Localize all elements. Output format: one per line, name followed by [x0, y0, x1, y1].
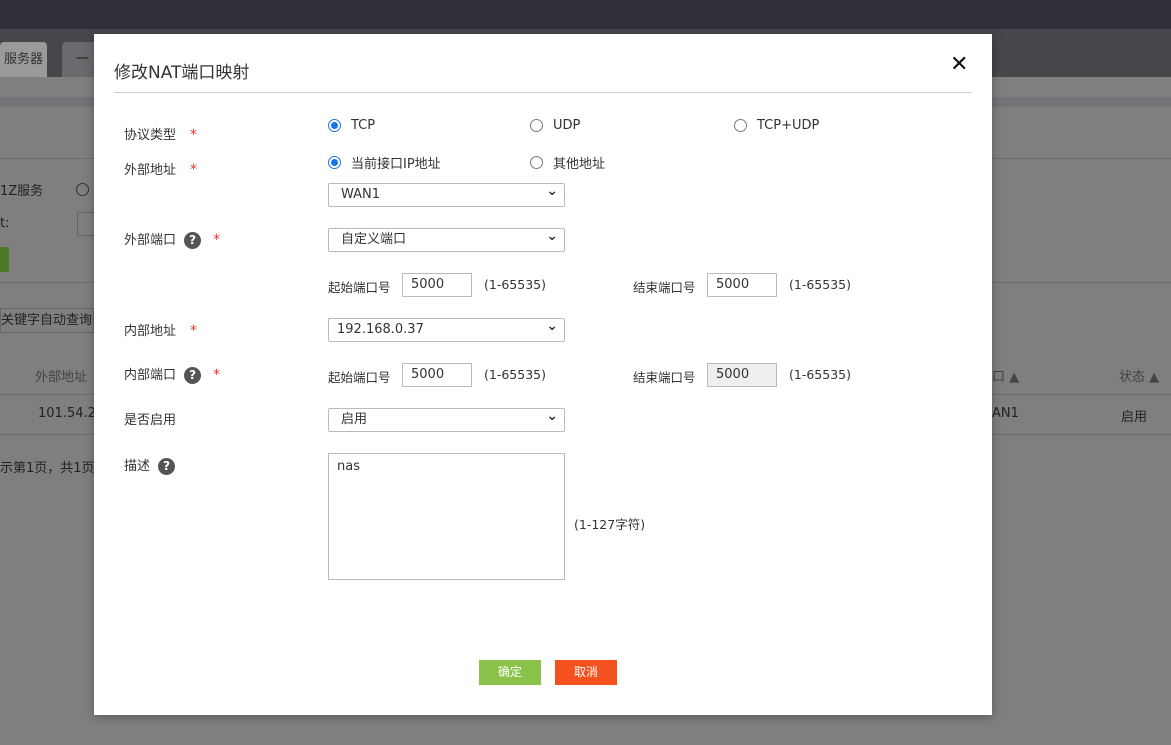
- select-value: WAN1: [341, 187, 381, 202]
- cancel-button[interactable]: 取消: [555, 660, 617, 685]
- end-port-label: 结束端口号: [633, 370, 696, 385]
- select-value: 启用: [341, 412, 368, 427]
- col-label: 状态: [1119, 370, 1146, 385]
- ok-button[interactable]: 确定: [479, 660, 541, 685]
- start-port-label: 起始端口号: [328, 280, 391, 295]
- col-header[interactable]: 状态 ▲: [1119, 366, 1159, 385]
- enabled-label: 是否启用: [124, 413, 177, 428]
- table-cell: 启用: [1121, 410, 1148, 425]
- required-mark: *: [190, 127, 198, 143]
- radio-circle: [328, 119, 341, 132]
- label-text: 内部端口: [124, 368, 177, 383]
- help-icon[interactable]: ?: [184, 232, 202, 249]
- radio-label: 当前接口IP地址: [351, 157, 441, 172]
- dmz-radio[interactable]: [76, 183, 89, 196]
- radio-tcp[interactable]: TCP: [328, 118, 375, 133]
- table-cell: 101.54.2: [38, 406, 96, 421]
- label-text: 描述: [124, 459, 151, 474]
- interface-select[interactable]: WAN1: [328, 180, 565, 207]
- dmz-label: 1Z服务: [0, 184, 44, 199]
- select-value: 自定义端口: [341, 232, 407, 247]
- radio-udp[interactable]: UDP: [530, 118, 580, 133]
- radio-circle: [734, 119, 747, 132]
- radio-circle: [530, 119, 543, 132]
- pagination: 示第1页，共1页: [0, 461, 95, 476]
- search-placeholder: 关键字自动查询: [1, 313, 93, 328]
- bg-green-button[interactable]: [0, 247, 9, 272]
- radio-tcp-udp[interactable]: TCP+UDP: [734, 118, 819, 133]
- external-start-port-input[interactable]: 5000: [402, 273, 472, 297]
- internal-port-label: 内部端口 ? *: [124, 364, 220, 384]
- tab-label: 服务器: [3, 52, 43, 67]
- top-bar: [0, 0, 1171, 29]
- tab-server[interactable]: 服务器: [0, 42, 47, 77]
- radio-current-ip[interactable]: 当前接口IP地址: [328, 153, 441, 172]
- label-text: 协议类型: [124, 128, 177, 143]
- internal-end-port-input: 5000: [707, 363, 777, 387]
- radio-circle: [530, 156, 543, 169]
- input-value: 5000: [411, 277, 445, 292]
- dialog-title: 修改NAT端口映射: [114, 63, 250, 83]
- col-label: 口: [992, 370, 1006, 385]
- external-address-label: 外部地址 *: [124, 159, 197, 178]
- radio-circle: [328, 156, 341, 169]
- radio-other-address[interactable]: 其他地址: [530, 153, 605, 172]
- protocol-label: 协议类型 *: [124, 124, 197, 143]
- col-header[interactable]: 口 ▲: [992, 366, 1019, 385]
- range-hint: (1-65535): [789, 367, 851, 382]
- description-hint: (1-127字符): [574, 517, 646, 532]
- end-port-label: 结束端口号: [633, 280, 696, 295]
- nat-edit-dialog: 修改NAT端口映射 ✕ 协议类型 * TCP UDP TCP+UDP 外部地址 * …: [94, 34, 992, 715]
- external-end-port-input[interactable]: 5000: [707, 273, 777, 297]
- input-value: 5000: [716, 277, 750, 292]
- label-text: 内部地址: [124, 324, 177, 339]
- search-input[interactable]: 关键字自动查询: [0, 308, 94, 333]
- title-divider: [114, 92, 972, 93]
- field-label: t:: [0, 216, 10, 231]
- close-icon[interactable]: ✕: [950, 52, 968, 77]
- radio-label: TCP+UDP: [757, 118, 820, 133]
- start-port-label: 起始端口号: [328, 370, 391, 385]
- internal-address-label: 内部地址 *: [124, 320, 197, 339]
- external-port-label: 外部端口 ? *: [124, 229, 220, 249]
- help-icon[interactable]: ?: [158, 458, 176, 475]
- label-text: 外部端口: [124, 233, 177, 248]
- input-value: 192.168.0.37: [337, 322, 424, 337]
- tab-label: 一: [76, 52, 90, 67]
- internal-address-input[interactable]: 192.168.0.37: [328, 315, 565, 342]
- help-icon[interactable]: ?: [184, 367, 202, 384]
- required-mark: *: [190, 162, 198, 178]
- range-hint: (1-65535): [789, 277, 851, 292]
- col-header[interactable]: 外部地址: [35, 366, 87, 385]
- radio-label: TCP: [351, 118, 376, 133]
- radio-label: 其他地址: [553, 157, 606, 172]
- table-cell: AN1: [992, 406, 1019, 421]
- enabled-select[interactable]: 启用: [328, 405, 565, 432]
- required-mark: *: [213, 232, 221, 248]
- required-mark: *: [190, 323, 198, 339]
- label-text: 外部地址: [124, 163, 177, 178]
- required-mark: *: [213, 367, 221, 383]
- input-value: 5000: [411, 367, 445, 382]
- input-value: 5000: [716, 367, 750, 382]
- internal-start-port-input[interactable]: 5000: [402, 363, 472, 387]
- range-hint: (1-65535): [484, 367, 546, 382]
- radio-label: UDP: [553, 118, 581, 133]
- range-hint: (1-65535): [484, 277, 546, 292]
- textarea-value: nas: [337, 459, 360, 474]
- description-textarea[interactable]: nas: [328, 453, 565, 580]
- description-label: 描述 ?: [124, 455, 176, 475]
- external-port-mode-select[interactable]: 自定义端口: [328, 225, 565, 252]
